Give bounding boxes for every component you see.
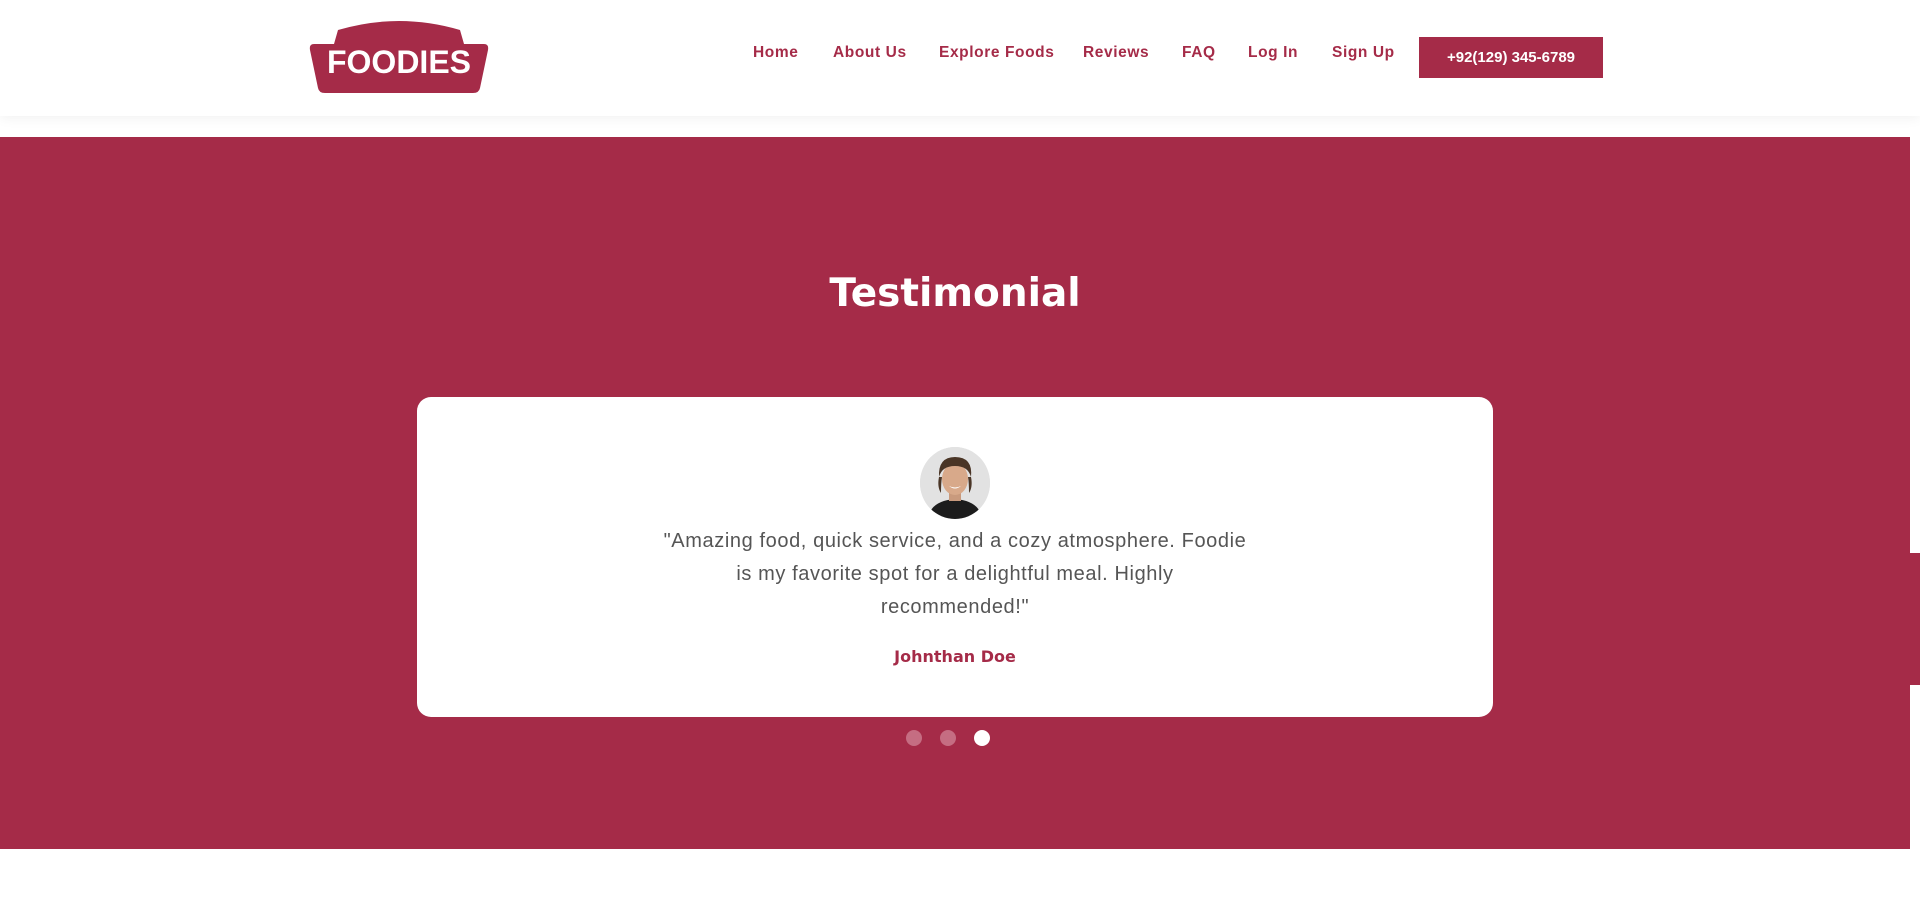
carousel-dot-1[interactable] xyxy=(906,730,922,746)
testimonial-section: Testimonial "Amazing food, quick service… xyxy=(0,137,1910,849)
phone-call-button[interactable]: +92(129) 345-6789 xyxy=(1419,37,1603,78)
site-header: FOODIES Home About Us Explore Foods Revi… xyxy=(0,0,1920,116)
nav-item-reviews[interactable]: Reviews xyxy=(1083,44,1149,62)
nav-item-log-in[interactable]: Log In xyxy=(1248,44,1298,62)
nav-item-about-us[interactable]: About Us xyxy=(833,44,907,62)
testimonial-quote: "Amazing food, quick service, and a cozy… xyxy=(663,530,1247,618)
carousel-dot-3[interactable] xyxy=(974,730,990,746)
nav-item-home[interactable]: Home xyxy=(753,44,798,62)
nav-item-explore-foods[interactable]: Explore Foods xyxy=(939,44,1054,62)
logo-text: FOODIES xyxy=(326,44,471,80)
nav-item-sign-up[interactable]: Sign Up xyxy=(1332,44,1395,62)
section-title: Testimonial xyxy=(829,271,1081,316)
testimonial-author: Johnthan Doe xyxy=(894,647,1016,666)
avatar xyxy=(920,447,990,519)
testimonial-card: "Amazing food, quick service, and a cozy… xyxy=(417,397,1493,717)
nav-item-faq[interactable]: FAQ xyxy=(1182,44,1216,62)
person-avatar-icon xyxy=(920,447,990,519)
foodies-logo[interactable]: FOODIES xyxy=(308,18,490,96)
edge-strip xyxy=(1910,553,1920,685)
carousel-dot-2[interactable] xyxy=(940,730,956,746)
